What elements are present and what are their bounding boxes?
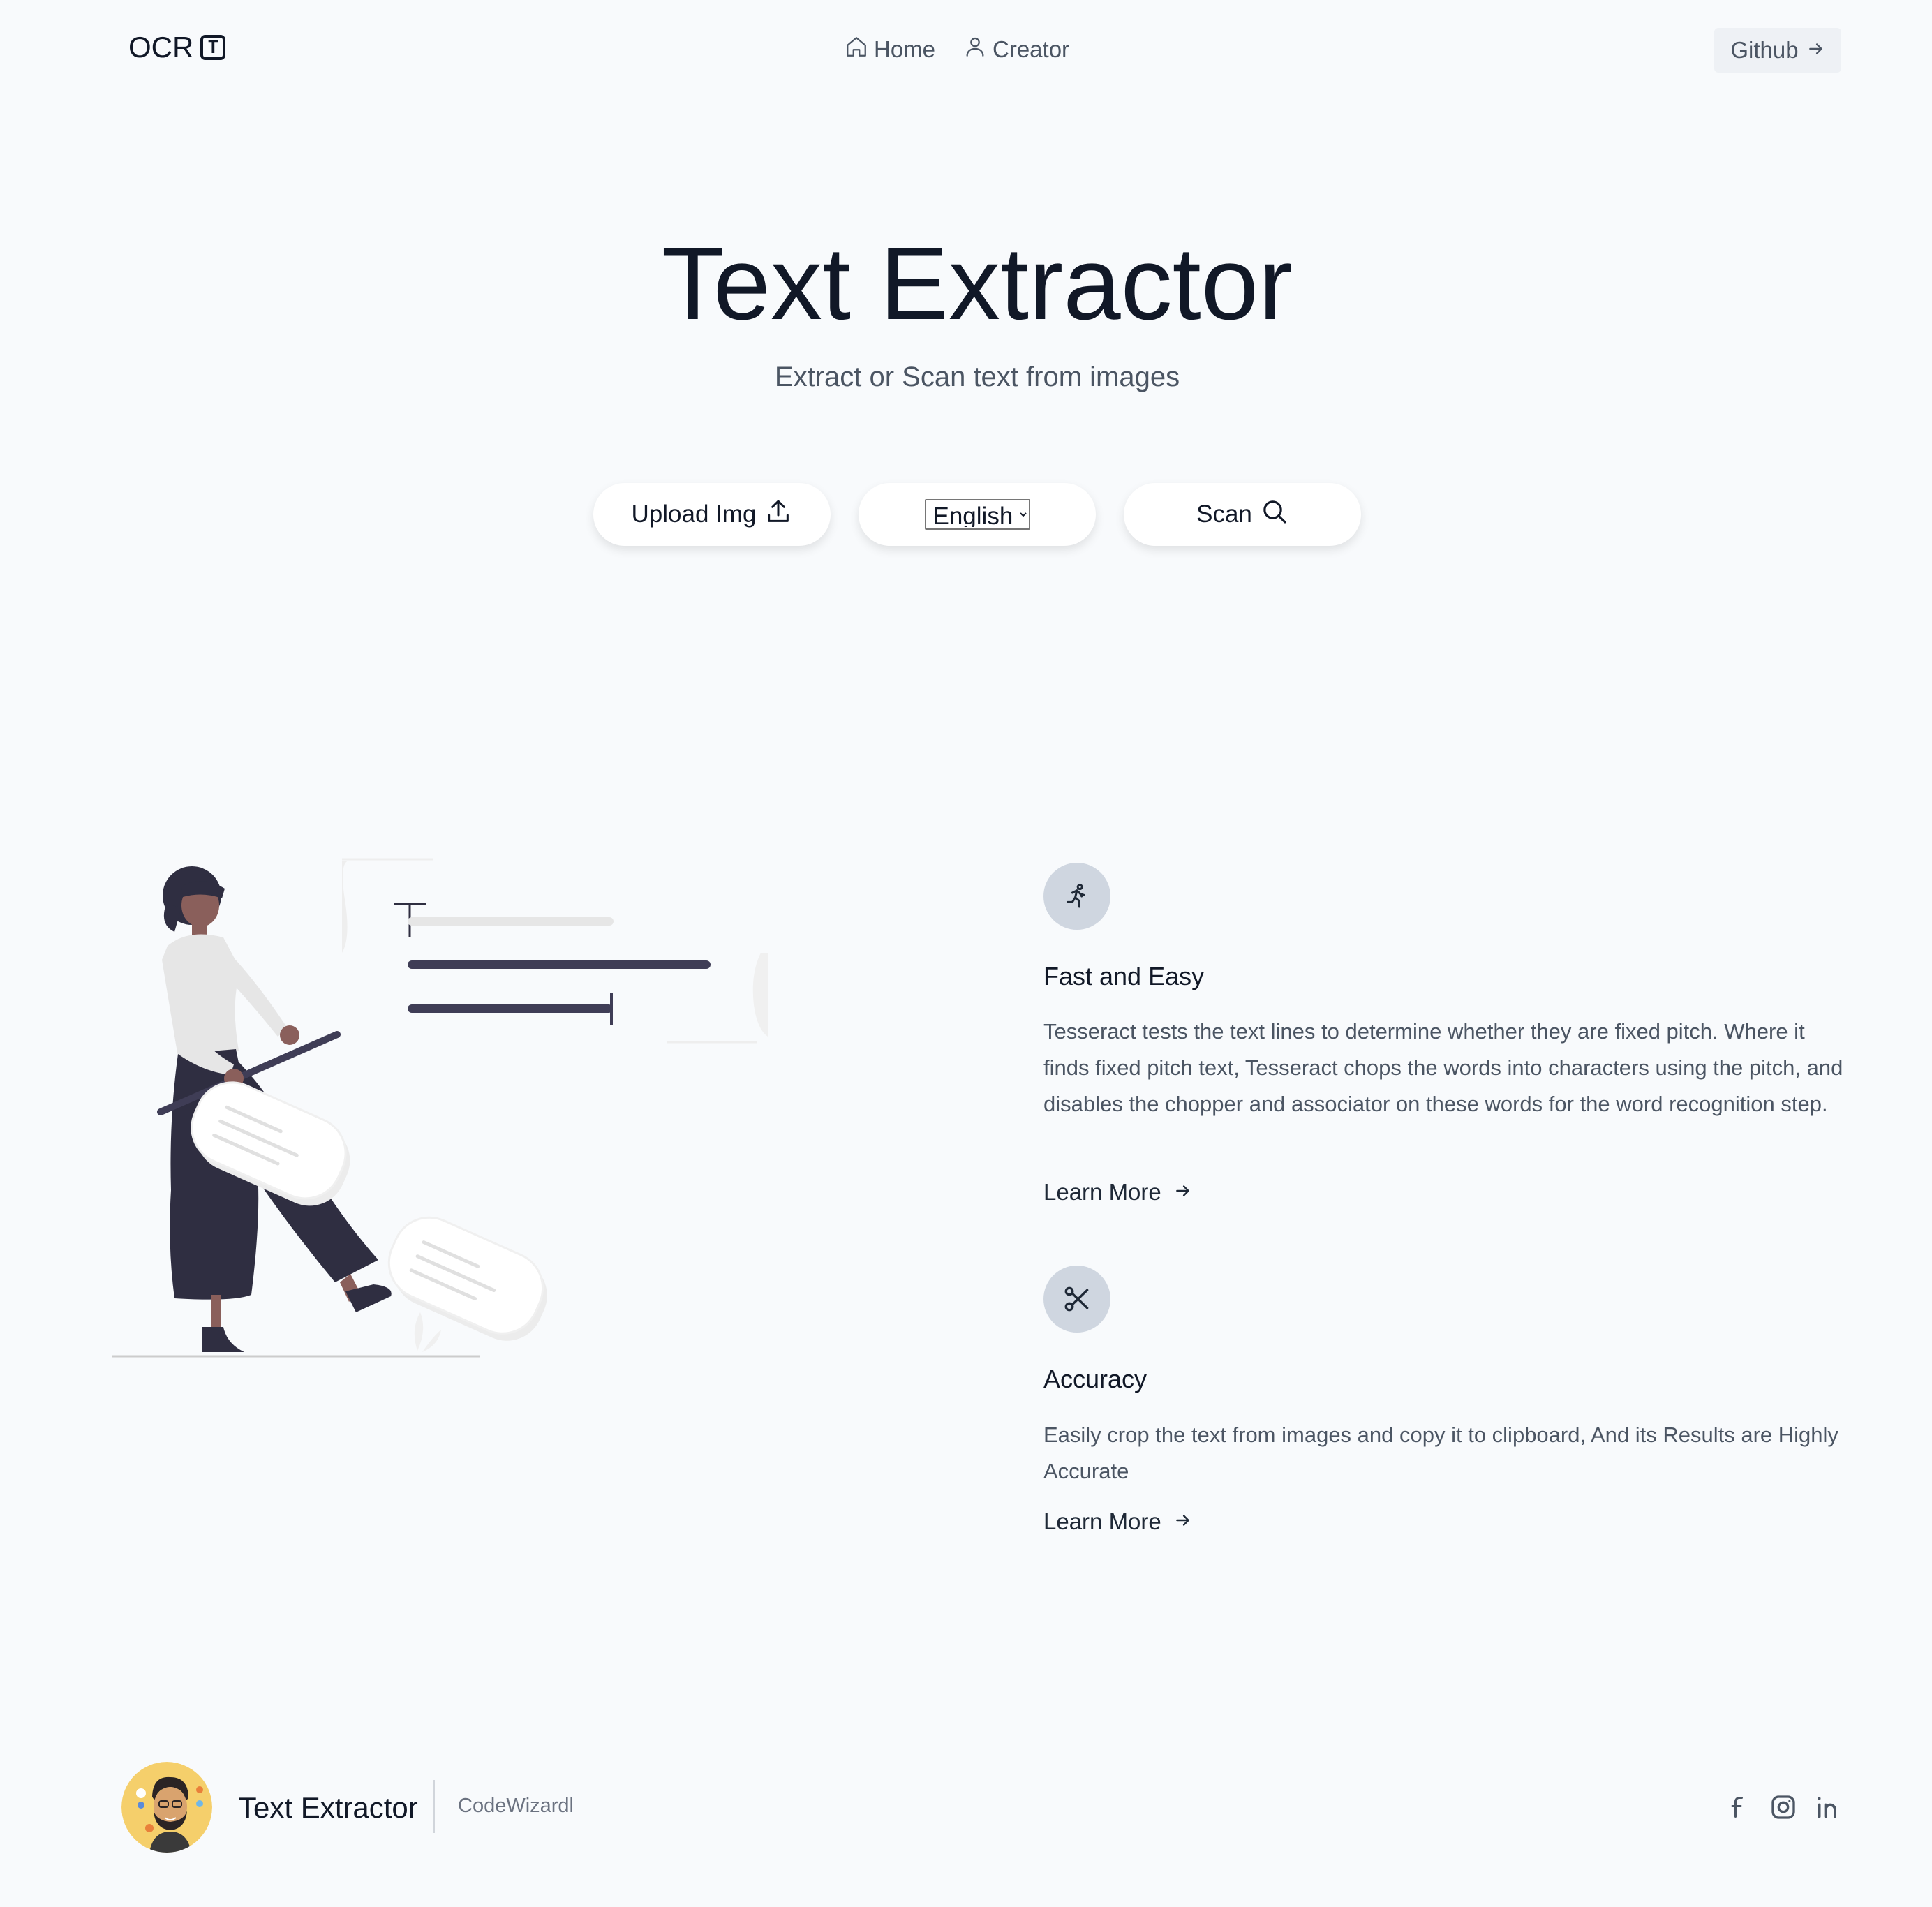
footer-divider bbox=[433, 1780, 435, 1833]
paper-curl bbox=[752, 953, 768, 1037]
nav-creator-label: Creator bbox=[993, 36, 1070, 62]
facebook-icon[interactable] bbox=[1723, 1791, 1755, 1823]
avatar[interactable] bbox=[121, 1762, 212, 1853]
arrow-right-icon bbox=[1807, 37, 1825, 64]
linkedin-icon[interactable] bbox=[1812, 1791, 1844, 1823]
hero-illustration bbox=[105, 855, 768, 1365]
footer-title: Text Extractor bbox=[239, 1791, 418, 1824]
learn-more-link[interactable]: Learn More bbox=[1043, 1177, 1192, 1208]
upload-label: Upload Img bbox=[631, 500, 757, 528]
home-icon bbox=[845, 35, 868, 64]
scan-button[interactable]: Scan bbox=[1124, 483, 1361, 546]
github-label: Github bbox=[1730, 37, 1799, 63]
search-icon bbox=[1261, 498, 1288, 532]
feature-description: Easily crop the text from images and cop… bbox=[1043, 1423, 1838, 1483]
github-button[interactable]: Github bbox=[1714, 28, 1841, 73]
learn-more-label: Learn More bbox=[1043, 1508, 1161, 1534]
scissors-icon bbox=[1043, 1266, 1110, 1333]
logo-t-icon: T bbox=[200, 35, 226, 60]
arrow-right-icon bbox=[1174, 1508, 1192, 1535]
feature-title: Fast and Easy bbox=[1043, 962, 1205, 990]
user-icon bbox=[963, 35, 987, 64]
footer-author: CodeWizardl bbox=[458, 1795, 574, 1817]
paper-sheet bbox=[342, 861, 349, 953]
nav-home[interactable]: Home bbox=[845, 32, 935, 67]
upload-icon bbox=[764, 498, 792, 532]
learn-more-link[interactable]: Learn More bbox=[1043, 1506, 1192, 1537]
language-selector-pill: English bbox=[859, 483, 1096, 546]
learn-more-label: Learn More bbox=[1043, 1179, 1161, 1205]
page-subtitle: Extract or Scan text from images bbox=[774, 362, 1180, 392]
page-title: Text Extractor bbox=[661, 226, 1293, 341]
feature-description: Tesseract tests the text lines to determ… bbox=[1043, 1019, 1843, 1116]
arrow-right-icon bbox=[1174, 1179, 1192, 1205]
logo[interactable]: OCR T bbox=[128, 31, 226, 64]
logo-text: OCR bbox=[128, 31, 194, 64]
text-card-lower bbox=[387, 1216, 547, 1341]
running-person-icon bbox=[1043, 863, 1110, 930]
feature-title: Accuracy bbox=[1043, 1365, 1147, 1393]
language-select[interactable]: English bbox=[924, 499, 1030, 530]
instagram-icon[interactable] bbox=[1767, 1791, 1799, 1823]
nav-creator[interactable]: Creator bbox=[963, 32, 1069, 67]
upload-image-button[interactable]: Upload Img bbox=[593, 483, 831, 546]
nav-home-label: Home bbox=[874, 36, 936, 62]
scan-label: Scan bbox=[1196, 500, 1252, 528]
